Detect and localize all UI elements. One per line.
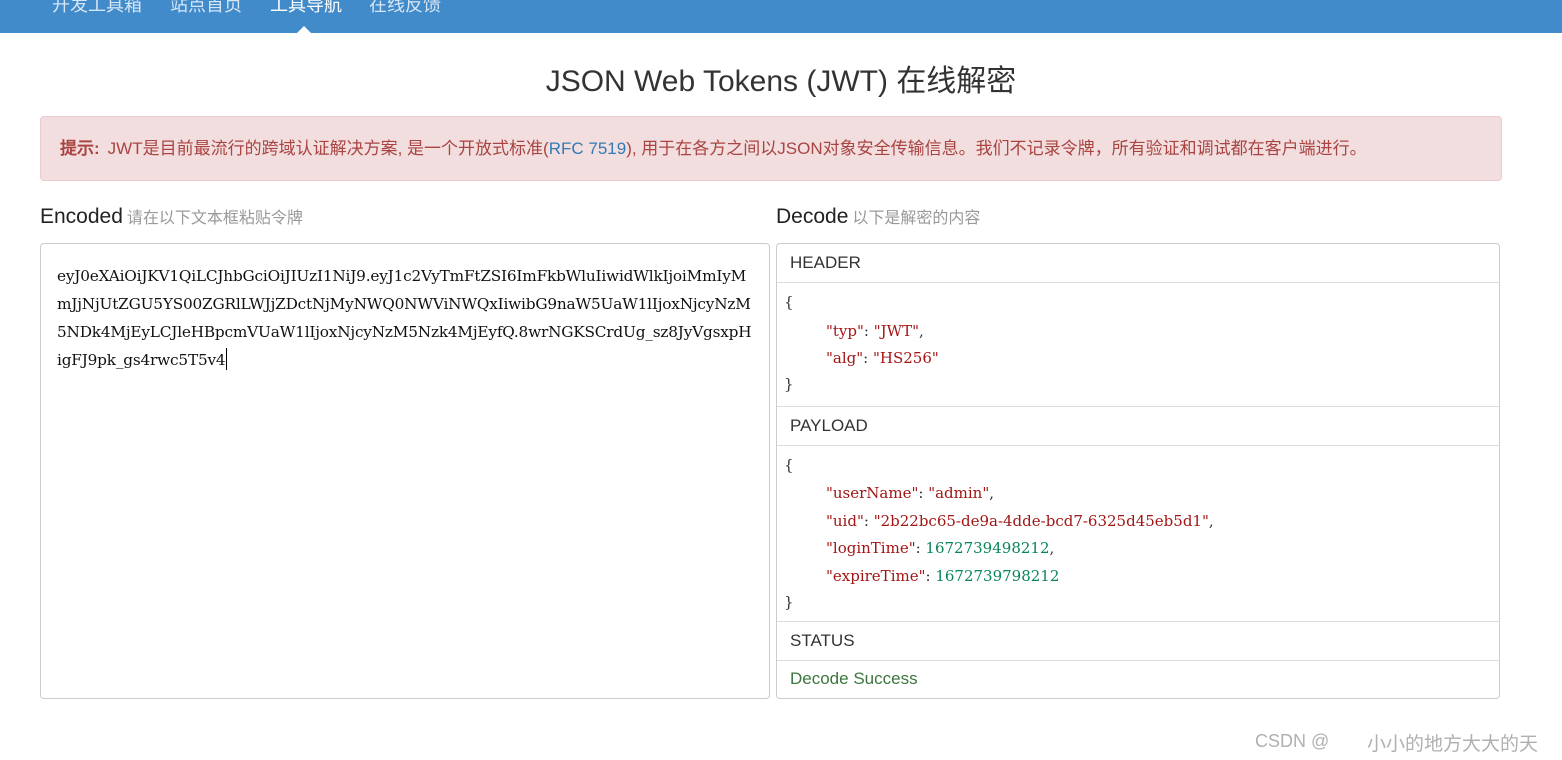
decode-heading-sub: 以下是解密的内容 <box>852 210 981 227</box>
encoded-heading: Encoded 请在以下文本框粘贴令牌 <box>40 204 303 229</box>
info-alert: 提示: JWT是目前最流行的跨域认证解决方案, 是一个开放式标准(RFC 7519… <box>40 116 1502 181</box>
nav-item-toolbox[interactable]: 开发工具箱 <box>52 0 142 33</box>
encoded-heading-title: Encoded <box>40 205 123 228</box>
payload-logintime-value: 1672739498212 <box>925 539 1050 557</box>
token-text: eyJ0eXAiOiJKV1QiLCJhbGciOiJIUzI1NiJ9.eyJ… <box>57 267 752 369</box>
decode-status-text: Decode Success <box>790 669 918 688</box>
alert-text-before: JWT是目前最流行的跨域认证解决方案, 是一个开放式标准( <box>107 139 549 158</box>
encoded-heading-sub: 请在以下文本框粘贴令牌 <box>126 210 303 227</box>
payload-expiretime-value: 1672739798212 <box>935 567 1060 585</box>
header-typ-value: JWT <box>880 322 913 340</box>
page-title: JSON Web Tokens (JWT) 在线解密 <box>545 65 1017 98</box>
active-nav-caret-icon <box>297 26 311 33</box>
payload-section-title: PAYLOAD <box>777 407 1499 446</box>
header-section-title: HEADER <box>777 244 1499 283</box>
alert-text-after: ), 用于在各方之间以JSON对象安全传输信息。我们不记录令牌，所有验证和调试都… <box>626 139 1367 158</box>
top-navbar: 开发工具箱 站点首页 工具导航 在线反馈 <box>0 0 1562 33</box>
header-alg-value: HS256 <box>879 349 932 367</box>
nav-item-feedback[interactable]: 在线反馈 <box>369 0 441 33</box>
payload-uid-value: 2b22bc65-de9a-4dde-bcd7-6325d45eb5d1 <box>880 512 1202 530</box>
decode-heading-title: Decode <box>776 205 849 228</box>
token-textarea[interactable]: eyJ0eXAiOiJKV1QiLCJhbGciOiJIUzI1NiJ9.eyJ… <box>40 243 770 699</box>
text-cursor <box>226 348 228 370</box>
status-section-title: STATUS <box>777 622 1499 661</box>
rfc-7519-link[interactable]: RFC 7519 <box>549 139 626 158</box>
payload-username-value: admin <box>935 484 983 502</box>
watermark-author: 小小的地方大大的天 <box>1367 734 1539 755</box>
nav-item-home[interactable]: 站点首页 <box>170 0 242 33</box>
decode-panel: HEADER { "typ": "JWT", "alg": "HS256" } … <box>776 243 1500 699</box>
watermark-csdn: CSDN @ <box>1255 731 1330 751</box>
alert-label: 提示: <box>60 139 100 158</box>
decode-heading: Decode 以下是解密的内容 <box>776 204 980 229</box>
